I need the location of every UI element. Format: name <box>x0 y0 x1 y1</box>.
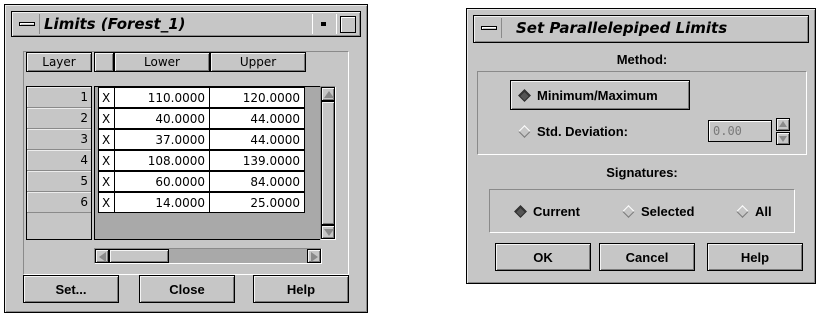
lower-cell[interactable]: 60.0000 <box>114 171 210 192</box>
row-check-cell[interactable]: X <box>98 192 115 213</box>
lower-cell[interactable]: 108.0000 <box>114 150 210 171</box>
upper-cell[interactable]: 139.0000 <box>209 150 305 171</box>
scroll-left-arrow-icon[interactable] <box>95 249 109 263</box>
radio-unselected-icon <box>622 205 635 218</box>
radio-unselected-icon <box>518 125 531 138</box>
maximize-icon[interactable] <box>336 14 358 34</box>
upper-cell[interactable]: 25.0000 <box>209 192 305 213</box>
method-label: Method: <box>616 52 668 67</box>
parallelepiped-window: Set Parallelepiped Limits Method: Minimu… <box>466 8 816 284</box>
radio-all-label: All <box>755 204 772 219</box>
scroll-down-arrow-icon[interactable] <box>321 225 335 239</box>
radio-all[interactable]: All <box>736 204 772 219</box>
help-button[interactable]: Help <box>707 243 803 271</box>
column-header-upper[interactable]: Upper <box>210 52 306 72</box>
row-check-cell[interactable]: X <box>98 129 115 150</box>
scroll-thumb-horizontal[interactable] <box>109 249 169 263</box>
row-label[interactable]: 3 <box>27 129 91 150</box>
row-label[interactable]: 5 <box>27 171 91 192</box>
vertical-scrollbar[interactable] <box>320 86 336 240</box>
limits-title: Limits (Forest_1) <box>44 15 186 33</box>
column-header-check[interactable] <box>94 52 114 72</box>
parallelepiped-title: Set Parallelepiped Limits <box>516 19 728 37</box>
row-check-cell[interactable]: X <box>98 171 115 192</box>
lower-cell[interactable]: 14.0000 <box>114 192 210 213</box>
minimize-icon[interactable] <box>312 14 334 34</box>
upper-cell[interactable]: 44.0000 <box>209 108 305 129</box>
stddev-input[interactable]: 0.00 <box>708 120 772 142</box>
limits-window: Limits (Forest_1) Layer Lower Upper 1 X 11… <box>4 4 368 313</box>
row-label[interactable]: 2 <box>27 108 91 129</box>
upper-cell[interactable]: 120.0000 <box>209 87 305 108</box>
upper-cell[interactable]: 84.0000 <box>209 171 305 192</box>
row-label[interactable]: 4 <box>27 150 91 171</box>
row-check-cell[interactable]: X <box>98 87 115 108</box>
row-check-cell[interactable]: X <box>98 150 115 171</box>
cancel-button[interactable]: Cancel <box>599 243 695 271</box>
signatures-group: Current Selected All <box>489 189 795 233</box>
radio-current-label: Current <box>533 204 580 219</box>
radio-std-deviation[interactable]: Std. Deviation: <box>518 124 629 139</box>
set-button[interactable]: Set... <box>23 275 119 303</box>
ok-button[interactable]: OK <box>495 243 591 271</box>
radio-minmax-label: Minimum/Maximum <box>537 88 658 103</box>
radio-selected-icon <box>518 89 531 102</box>
help-button[interactable]: Help <box>253 275 349 303</box>
lower-cell[interactable]: 40.0000 <box>114 108 210 129</box>
limits-table: Layer Lower Upper 1 X 110.0000 120.0000 2 X 40… <box>23 51 349 275</box>
radio-stddev-label: Std. Deviation: <box>537 124 629 139</box>
scroll-up-arrow-icon[interactable] <box>321 87 335 101</box>
radio-unselected-icon <box>736 205 749 218</box>
signatures-label: Signatures: <box>606 165 678 180</box>
radio-selected-label: Selected <box>641 204 695 219</box>
row-label[interactable]: 6 <box>27 192 91 213</box>
radio-selected-icon <box>514 205 527 218</box>
radio-selected[interactable]: Selected <box>622 204 695 219</box>
column-header-layer[interactable]: Layer <box>26 52 92 72</box>
lower-cell[interactable]: 37.0000 <box>114 129 210 150</box>
row-label[interactable]: 1 <box>27 87 91 108</box>
scroll-right-arrow-icon[interactable] <box>307 249 321 263</box>
stddev-spin-up-icon[interactable] <box>776 118 790 131</box>
scroll-thumb-vertical[interactable] <box>321 101 335 225</box>
radio-current[interactable]: Current <box>514 204 580 219</box>
horizontal-scrollbar[interactable] <box>94 248 322 264</box>
close-button[interactable]: Close <box>139 275 235 303</box>
lower-cell[interactable]: 110.0000 <box>114 87 210 108</box>
radio-minimum-maximum[interactable]: Minimum/Maximum <box>518 88 658 103</box>
stddev-spin-down-icon[interactable] <box>776 132 790 145</box>
window-menu-icon[interactable] <box>476 18 502 38</box>
window-menu-icon[interactable] <box>14 14 40 34</box>
column-header-lower[interactable]: Lower <box>114 52 210 72</box>
parallelepiped-titlebar[interactable]: Set Parallelepiped Limits <box>473 15 809 43</box>
upper-cell[interactable]: 44.0000 <box>209 129 305 150</box>
method-group: Minimum/Maximum Std. Deviation: 0.00 <box>477 71 807 155</box>
limits-titlebar[interactable]: Limits (Forest_1) <box>11 11 361 37</box>
row-check-cell[interactable]: X <box>98 108 115 129</box>
